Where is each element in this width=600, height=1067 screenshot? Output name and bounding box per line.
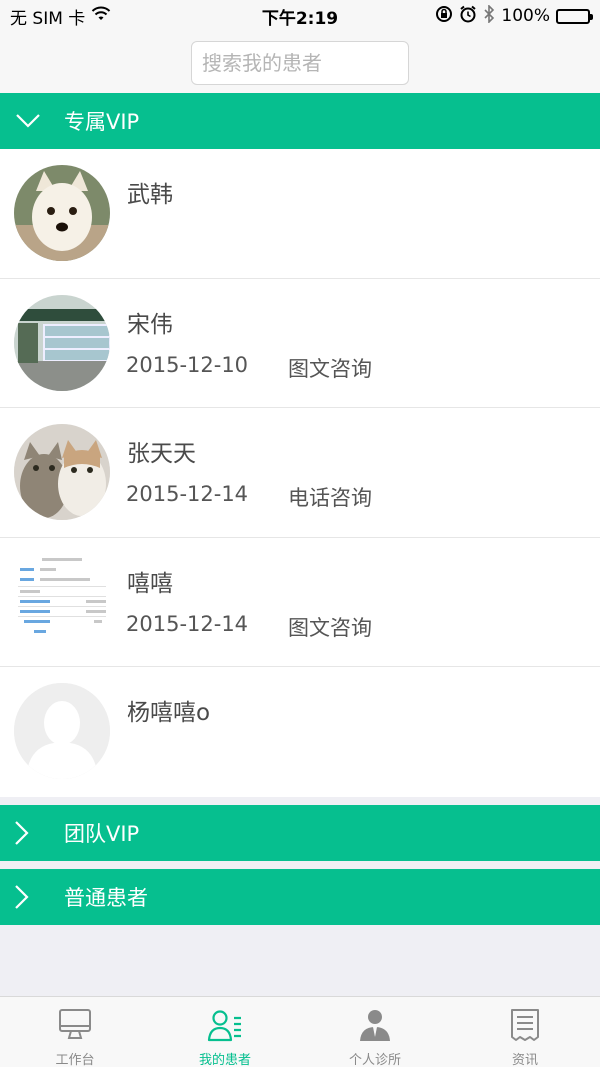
list-item[interactable]: 武韩 bbox=[0, 149, 600, 279]
patients-icon bbox=[207, 1007, 243, 1043]
group-label: 专属VIP bbox=[64, 110, 140, 134]
consult-type: 电话咨询 bbox=[288, 486, 372, 511]
alarm-icon bbox=[459, 5, 477, 28]
chevron-right-icon bbox=[0, 805, 44, 861]
orientation-lock-icon bbox=[435, 5, 453, 28]
dog-avatar-icon bbox=[14, 165, 110, 261]
office-photo-icon bbox=[14, 294, 110, 391]
document-screenshot-icon bbox=[14, 553, 110, 650]
search-input[interactable] bbox=[191, 40, 409, 85]
patient-name: 杨嘻嘻o bbox=[127, 700, 211, 727]
patient-name: 嘻嘻 bbox=[127, 570, 173, 597]
chevron-down-icon bbox=[0, 93, 56, 149]
avatar bbox=[14, 165, 110, 261]
tab-bar: 工作台 我的患者 个人诊所 资讯 bbox=[0, 996, 600, 1067]
patient-list: 武韩 宋伟 2015-12-10 图文咨询 张天天 2015-12-14 电话咨… bbox=[0, 149, 600, 797]
consult-type: 图文咨询 bbox=[288, 615, 372, 640]
tab-label: 个人诊所 bbox=[348, 1053, 401, 1067]
doctor-icon bbox=[357, 1007, 393, 1043]
tab-label: 我的患者 bbox=[198, 1053, 251, 1067]
avatar bbox=[14, 683, 110, 780]
list-item[interactable]: 嘻嘻 2015-12-14 图文咨询 bbox=[0, 538, 600, 668]
status-right: 100% bbox=[435, 3, 593, 28]
wifi-icon bbox=[91, 6, 111, 27]
search-area bbox=[0, 32, 600, 93]
consult-type: 图文咨询 bbox=[288, 356, 372, 381]
battery-icon bbox=[556, 8, 593, 24]
cats-photo-icon bbox=[14, 424, 110, 521]
default-avatar-icon bbox=[14, 683, 110, 780]
patient-meta: 2015-12-14 电话咨询 bbox=[126, 482, 372, 512]
patient-meta: 2015-12-14 图文咨询 bbox=[126, 612, 372, 642]
tab-my-patients[interactable]: 我的患者 bbox=[150, 997, 300, 1067]
monitor-icon bbox=[57, 1007, 93, 1043]
patient-meta: 2015-12-10 图文咨询 bbox=[126, 353, 372, 383]
patient-name: 武韩 bbox=[127, 182, 173, 208]
patient-date: 2015-12-14 bbox=[126, 611, 249, 636]
avatar bbox=[14, 553, 110, 650]
avatar bbox=[14, 424, 110, 521]
status-left: 无 SIM 卡 bbox=[10, 4, 111, 29]
patient-name: 张天天 bbox=[127, 441, 196, 468]
list-item[interactable]: 杨嘻嘻o bbox=[0, 667, 600, 797]
battery-percent: 100% bbox=[501, 6, 550, 26]
status-bar: 无 SIM 卡 下午2:19 100% bbox=[0, 0, 600, 32]
news-icon bbox=[507, 1007, 543, 1043]
tab-workbench[interactable]: 工作台 bbox=[0, 997, 150, 1067]
avatar bbox=[14, 294, 110, 391]
tab-label: 工作台 bbox=[55, 1053, 95, 1067]
bluetooth-icon bbox=[483, 3, 495, 28]
group-label: 团队VIP bbox=[64, 822, 140, 846]
group-header-regular[interactable]: 普通患者 bbox=[0, 869, 600, 925]
patient-date: 2015-12-10 bbox=[126, 352, 249, 377]
chevron-right-icon bbox=[0, 869, 44, 925]
tab-news[interactable]: 资讯 bbox=[450, 997, 600, 1067]
carrier-label: 无 SIM 卡 bbox=[10, 8, 86, 29]
tab-personal-clinic[interactable]: 个人诊所 bbox=[300, 997, 450, 1067]
list-item[interactable]: 宋伟 2015-12-10 图文咨询 bbox=[0, 279, 600, 409]
tab-label: 资讯 bbox=[511, 1053, 538, 1067]
list-item[interactable]: 张天天 2015-12-14 电话咨询 bbox=[0, 408, 600, 538]
group-label: 普通患者 bbox=[64, 886, 148, 910]
patient-name: 宋伟 bbox=[127, 311, 173, 338]
patient-date: 2015-12-14 bbox=[126, 482, 249, 507]
group-header-team-vip[interactable]: 团队VIP bbox=[0, 805, 600, 861]
group-header-exclusive-vip[interactable]: 专属VIP bbox=[0, 93, 600, 149]
